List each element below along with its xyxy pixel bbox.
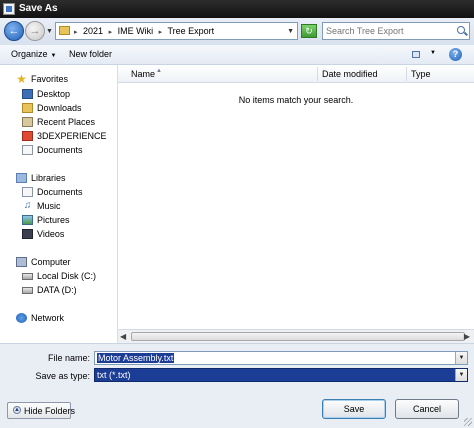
save-type-label: Save as type: bbox=[35, 371, 90, 381]
file-name-field[interactable]: Motor Assembly.txt ▼ bbox=[94, 351, 468, 365]
forward-button[interactable]: → bbox=[25, 21, 45, 41]
search-box[interactable] bbox=[322, 22, 470, 40]
view-icon[interactable] bbox=[409, 49, 425, 60]
help-icon[interactable]: ? bbox=[449, 48, 462, 61]
address-bar[interactable]: ▸ 2021 ▸ IME Wiki ▸ Tree Export ▼ bbox=[55, 22, 298, 40]
column-type[interactable]: Type bbox=[411, 69, 431, 79]
save-button[interactable]: Save bbox=[322, 399, 386, 419]
file-name-value[interactable]: Motor Assembly.txt bbox=[97, 353, 175, 363]
chevron-up-icon: ▲ bbox=[13, 406, 21, 414]
navigation-pane: ★ Favorites Desktop Downloads Recent Pla… bbox=[0, 65, 118, 343]
disk-icon bbox=[22, 273, 33, 280]
documents-icon bbox=[22, 187, 33, 197]
breadcrumb: ▸ 2021 ▸ IME Wiki ▸ Tree Export bbox=[74, 26, 217, 36]
chevron-down-icon[interactable]: ▼ bbox=[455, 369, 467, 381]
organize-button[interactable]: Organize ▼ bbox=[11, 49, 56, 59]
forward-arrow-icon: → bbox=[29, 25, 41, 37]
desktop-icon bbox=[22, 89, 33, 99]
chevron-down-icon[interactable]: ▼ bbox=[430, 50, 436, 56]
breadcrumb-separator-icon[interactable]: ▸ bbox=[109, 29, 113, 36]
folder-icon bbox=[22, 103, 33, 113]
back-arrow-icon: ← bbox=[8, 25, 20, 37]
dialog-footer: ▲ Hide Folders Save Cancel bbox=[0, 388, 474, 428]
resize-grip-icon[interactable] bbox=[464, 418, 472, 426]
new-folder-button[interactable]: New folder bbox=[69, 49, 112, 59]
3dexperience-icon bbox=[22, 131, 33, 141]
address-row: ← → ▼ ▸ 2021 ▸ IME Wiki ▸ Tree Export ▼ … bbox=[0, 18, 474, 45]
network-icon bbox=[16, 313, 27, 323]
documents-icon bbox=[22, 145, 33, 155]
library-icon bbox=[16, 173, 27, 183]
star-icon: ★ bbox=[16, 72, 27, 86]
folder-icon bbox=[59, 26, 70, 35]
command-bar: Organize ▼ New folder ▼ ? bbox=[0, 45, 474, 65]
chevron-up-icon: ▲ bbox=[156, 68, 162, 74]
save-as-dialog: Save As ← → ▼ ▸ 2021 ▸ IME Wiki ▸ Tree E… bbox=[0, 0, 474, 428]
save-fields: File name: Motor Assembly.txt ▼ Save as … bbox=[0, 343, 474, 389]
organize-label: Organize bbox=[11, 49, 48, 59]
title-bar[interactable]: Save As bbox=[0, 0, 474, 18]
scrollbar-thumb[interactable] bbox=[131, 332, 465, 341]
chevron-right-icon[interactable]: ▶ bbox=[464, 332, 470, 341]
computer-icon bbox=[16, 257, 27, 267]
hide-folders-button[interactable]: ▲ Hide Folders bbox=[7, 402, 75, 419]
file-name-label: File name: bbox=[47, 353, 90, 363]
music-icon: ♫ bbox=[23, 200, 32, 211]
column-header: Name ▲ Date modified Type bbox=[118, 65, 474, 83]
chevron-down-icon[interactable]: ▼ bbox=[455, 352, 467, 364]
search-icon[interactable] bbox=[457, 26, 465, 34]
breadcrumb-item[interactable]: Tree Export bbox=[167, 26, 214, 36]
file-list[interactable]: Name ▲ Date modified Type No items match… bbox=[118, 65, 474, 344]
chevron-down-icon[interactable]: ▼ bbox=[287, 28, 294, 35]
cancel-button[interactable]: Cancel bbox=[395, 399, 459, 419]
back-button[interactable]: ← bbox=[4, 21, 24, 41]
breadcrumb-item[interactable]: 2021 bbox=[83, 26, 103, 36]
window-title: Save As bbox=[19, 3, 58, 14]
recent-places-icon bbox=[22, 117, 33, 127]
refresh-button[interactable]: ↻ bbox=[301, 24, 317, 38]
disk-icon bbox=[22, 287, 33, 294]
video-icon bbox=[22, 229, 33, 239]
chevron-left-icon[interactable]: ◀ bbox=[120, 332, 126, 341]
history-dropdown-icon[interactable]: ▼ bbox=[46, 28, 53, 35]
column-divider[interactable] bbox=[406, 67, 407, 81]
save-type-select[interactable]: txt (*.txt) ▼ bbox=[94, 368, 468, 382]
refresh-icon: ↻ bbox=[305, 26, 313, 36]
pictures-icon bbox=[22, 215, 33, 225]
empty-message: No items match your search. bbox=[238, 95, 354, 105]
breadcrumb-separator-icon[interactable]: ▸ bbox=[159, 29, 163, 36]
app-icon bbox=[3, 3, 15, 15]
breadcrumb-separator-icon: ▸ bbox=[74, 29, 78, 36]
column-date-modified[interactable]: Date modified bbox=[322, 69, 378, 79]
save-type-value: txt (*.txt) bbox=[97, 370, 131, 380]
search-input[interactable] bbox=[326, 24, 450, 38]
horizontal-scrollbar[interactable]: ◀ ▶ bbox=[118, 329, 474, 344]
breadcrumb-item[interactable]: IME Wiki bbox=[118, 26, 154, 36]
column-name[interactable]: Name bbox=[131, 69, 155, 79]
column-divider[interactable] bbox=[317, 67, 318, 81]
chevron-down-icon: ▼ bbox=[50, 53, 57, 59]
